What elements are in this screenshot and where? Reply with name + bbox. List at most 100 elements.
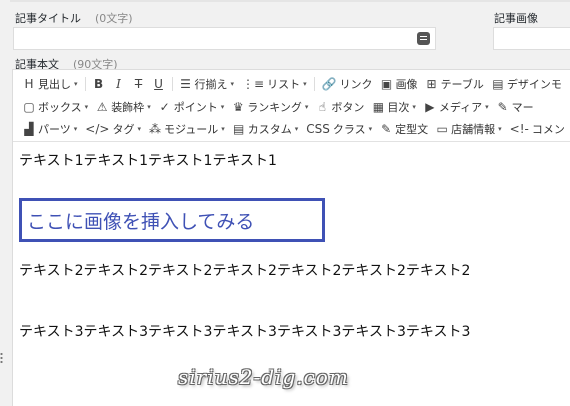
chevron-down-icon: ▾ [230,80,235,88]
list-button[interactable]: ⋮≡ リスト ▾ [238,74,311,94]
parts-icon: ▟ [24,122,34,136]
link-button[interactable]: 🔗 リンク [318,74,377,94]
custom-button[interactable]: ▤ カスタム ▾ [229,119,303,139]
button-icon: ☝ [318,100,327,114]
design-button[interactable]: ▤ デザインモ [488,74,566,94]
marker-button[interactable]: ✎ マー [493,97,538,117]
custom-label: カスタム [247,123,292,136]
title-label-text: 記事タイトル [15,12,81,25]
link-icon: 🔗 [321,77,337,91]
parts-button[interactable]: ▟ パーツ ▾ [19,119,81,139]
chevron-down-icon: ▾ [294,125,299,133]
tag-icon: </> [85,122,110,136]
class-button[interactable]: CSS クラス ▾ [302,119,376,139]
title-field-label: 記事タイトル (0文字) [15,10,133,26]
toolbar-separator [84,77,86,91]
chevron-down-icon: ▾ [304,103,309,111]
image-insert-box[interactable]: ここに画像を挿入してみる [19,198,325,242]
module-button[interactable]: ⁂ モジュール ▾ [145,119,229,139]
decoration-frame-label: 装飾枠 [111,101,145,114]
italic-icon: I [116,77,121,91]
class-icon: CSS [306,122,330,136]
marker-label: マー [511,101,534,114]
ranking-icon: ♛ [232,100,244,114]
underline-button[interactable]: U [149,75,169,93]
decoration-frame-button[interactable]: ⚠ 装飾枠 ▾ [92,97,155,117]
design-icon: ▤ [492,77,504,91]
chevron-down-icon: ▾ [498,125,502,133]
rich-text-editor[interactable]: H 見出し ▾ B I T U ☰ 行揃え ▾ ⋮≡ リスト ▾ 🔗 リンク ▣ 画像 ⊞ テーブル ▤ デザインモ ▢… [12,69,570,406]
bold-icon: B [93,77,104,91]
media-icon: ▶ [425,100,435,114]
comment-label: コメン [531,123,565,136]
align-button[interactable]: ☰ 行揃え ▾ [176,74,239,94]
chevron-down-icon: ▾ [137,125,141,133]
align-label: 行揃え [194,78,228,91]
parts-label: パーツ [38,123,71,136]
top-divider [10,0,570,2]
toc-icon: ▦ [372,100,385,114]
template-label: 定型文 [395,123,429,136]
image-field-label: 記事画像 [494,12,538,25]
strikethrough-button[interactable]: T [129,75,149,93]
point-icon: ✓ [159,100,170,114]
decoration-frame-icon: ⚠ [96,100,108,114]
table-button[interactable]: ⊞ テーブル [422,74,488,94]
toc-button[interactable]: ▦ 目次 ▾ [368,97,420,117]
box-label: ボックス [38,101,82,114]
chevron-down-icon: ▾ [74,80,78,88]
tag-button[interactable]: </> タグ ▾ [81,119,145,139]
shop-info-button[interactable]: ▭ 店舗情報 ▾ [432,119,506,139]
chevron-down-icon: ▾ [368,125,373,133]
box-button[interactable]: ▢ ボックス ▾ [19,97,92,117]
toolbar-separator [313,77,315,91]
comment-button[interactable]: <!- コメン [506,119,569,139]
chevron-down-icon: ▾ [73,125,78,133]
site-watermark: sirius2-dig.com [178,365,349,389]
chevron-down-icon: ▾ [485,103,489,111]
template-icon: ✎ [381,122,392,136]
media-button[interactable]: ▶ メディア ▾ [420,97,493,117]
featured-image-input[interactable] [493,27,570,50]
button-label: ボタン [331,101,365,114]
toolbar-row-3: ▟ パーツ ▾ </> タグ ▾ ⁂ モジュール ▾ ▤ カスタム ▾ CSS クラス ▾ ✎ 定型文 ▭ 店舗情報… [19,118,569,140]
paragraph-3[interactable]: テキスト3テキスト3テキスト3テキスト3テキスト3テキスト3テキスト3 [19,321,470,341]
list-icon: ⋮≡ [242,77,265,91]
template-button[interactable]: ✎ 定型文 [376,119,432,139]
strikethrough-icon: T [134,77,143,91]
toc-label: 目次 [387,101,410,114]
title-input[interactable] [13,27,436,50]
image-icon: ▣ [380,77,393,91]
ranking-button[interactable]: ♛ ランキング ▾ [228,97,312,117]
chevron-down-icon: ▾ [84,103,89,111]
bold-button[interactable]: B [89,75,109,93]
design-label: デザインモ [506,78,562,91]
editor-toolbar: H 見出し ▾ B I T U ☰ 行揃え ▾ ⋮≡ リスト ▾ 🔗 リンク ▣ 画像 ⊞ テーブル ▤ デザインモ ▢… [13,70,570,142]
italic-button[interactable]: I [109,75,129,93]
chevron-down-icon: ▾ [303,80,307,88]
custom-icon: ▤ [233,122,245,136]
point-button[interactable]: ✓ ポイント ▾ [155,97,229,117]
tag-label: タグ [112,123,135,136]
toolbar-separator [171,77,173,91]
module-label: モジュール [163,123,219,136]
resize-handle-icon[interactable] [0,352,3,364]
chevron-down-icon: ▾ [147,103,151,111]
underline-icon: U [154,77,163,91]
table-label: テーブル [440,78,484,91]
paragraph-1[interactable]: テキスト1テキスト1テキスト1テキスト1 [19,150,277,170]
image-insert-text: ここに画像を挿入してみる [27,211,255,233]
title-char-count: (0文字) [95,12,133,25]
image-button[interactable]: ▣ 画像 [377,74,422,94]
heading-label: 見出し [38,78,71,91]
field-menu-icon[interactable] [417,32,430,45]
module-icon: ⁂ [148,122,161,136]
button-button[interactable]: ☝ ボタン [312,97,368,117]
list-label: リスト [267,78,301,91]
shop-info-label: 店舗情報 [451,123,496,136]
paragraph-2[interactable]: テキスト2テキスト2テキスト2テキスト2テキスト2テキスト2テキスト2 [19,260,470,280]
ranking-label: ランキング [247,101,302,114]
chevron-down-icon: ▾ [221,125,225,133]
box-icon: ▢ [23,100,35,114]
heading-button[interactable]: H 見出し ▾ [19,74,82,94]
